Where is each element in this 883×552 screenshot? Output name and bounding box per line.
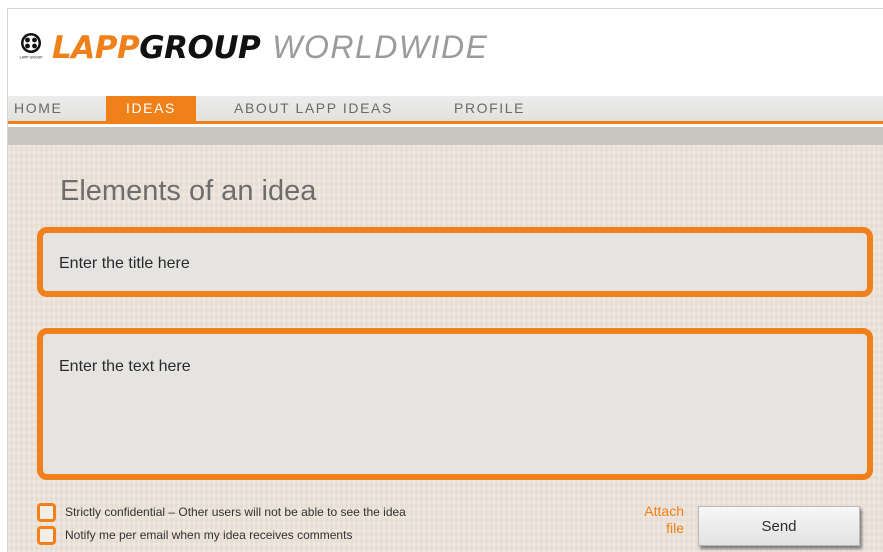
idea-form: Elements of an idea Enter the title here… bbox=[8, 145, 883, 552]
nav-item-about-lapp-ideas[interactable]: ABOUT LAPP IDEAS bbox=[234, 96, 393, 121]
header: LAPP GROUP LAPPGROUP WORLDWIDE bbox=[8, 9, 883, 96]
nav-item-profile[interactable]: PROFILE bbox=[454, 96, 525, 121]
title-input[interactable]: Enter the title here bbox=[37, 227, 873, 297]
lapp-logo-icon: LAPP GROUP bbox=[20, 33, 44, 60]
confidential-label: Strictly confidential – Other users will… bbox=[65, 505, 406, 519]
logo-small-text: LAPP GROUP bbox=[20, 56, 44, 60]
notify-checkbox[interactable] bbox=[37, 525, 56, 545]
confidential-option[interactable]: Strictly confidential – Other users will… bbox=[37, 502, 406, 522]
attach-file-link[interactable]: Attach file bbox=[623, 503, 684, 537]
brand-group: GROUP bbox=[139, 30, 261, 66]
text-input[interactable]: Enter the text here bbox=[37, 328, 873, 480]
brand-lapp: LAPP bbox=[52, 30, 140, 66]
app-frame: LAPP GROUP LAPPGROUP WORLDWIDE HOME IDEAS… bbox=[7, 8, 883, 552]
confidential-checkbox[interactable] bbox=[37, 502, 56, 522]
send-button[interactable]: Send bbox=[698, 506, 860, 546]
page-title: Elements of an idea bbox=[60, 175, 317, 207]
notify-option[interactable]: Notify me per email when my idea receive… bbox=[37, 525, 352, 545]
main-nav: HOME IDEAS ABOUT LAPP IDEAS PROFILE bbox=[8, 96, 883, 124]
brand-worldwide: WORLDWIDE bbox=[272, 29, 489, 65]
brand-logo[interactable]: LAPPGROUP WORLDWIDE bbox=[52, 29, 488, 66]
notify-label: Notify me per email when my idea receive… bbox=[65, 528, 353, 542]
sub-nav-bar bbox=[8, 127, 883, 145]
nav-item-home[interactable]: HOME bbox=[14, 96, 62, 121]
nav-item-ideas[interactable]: IDEAS bbox=[106, 96, 196, 121]
